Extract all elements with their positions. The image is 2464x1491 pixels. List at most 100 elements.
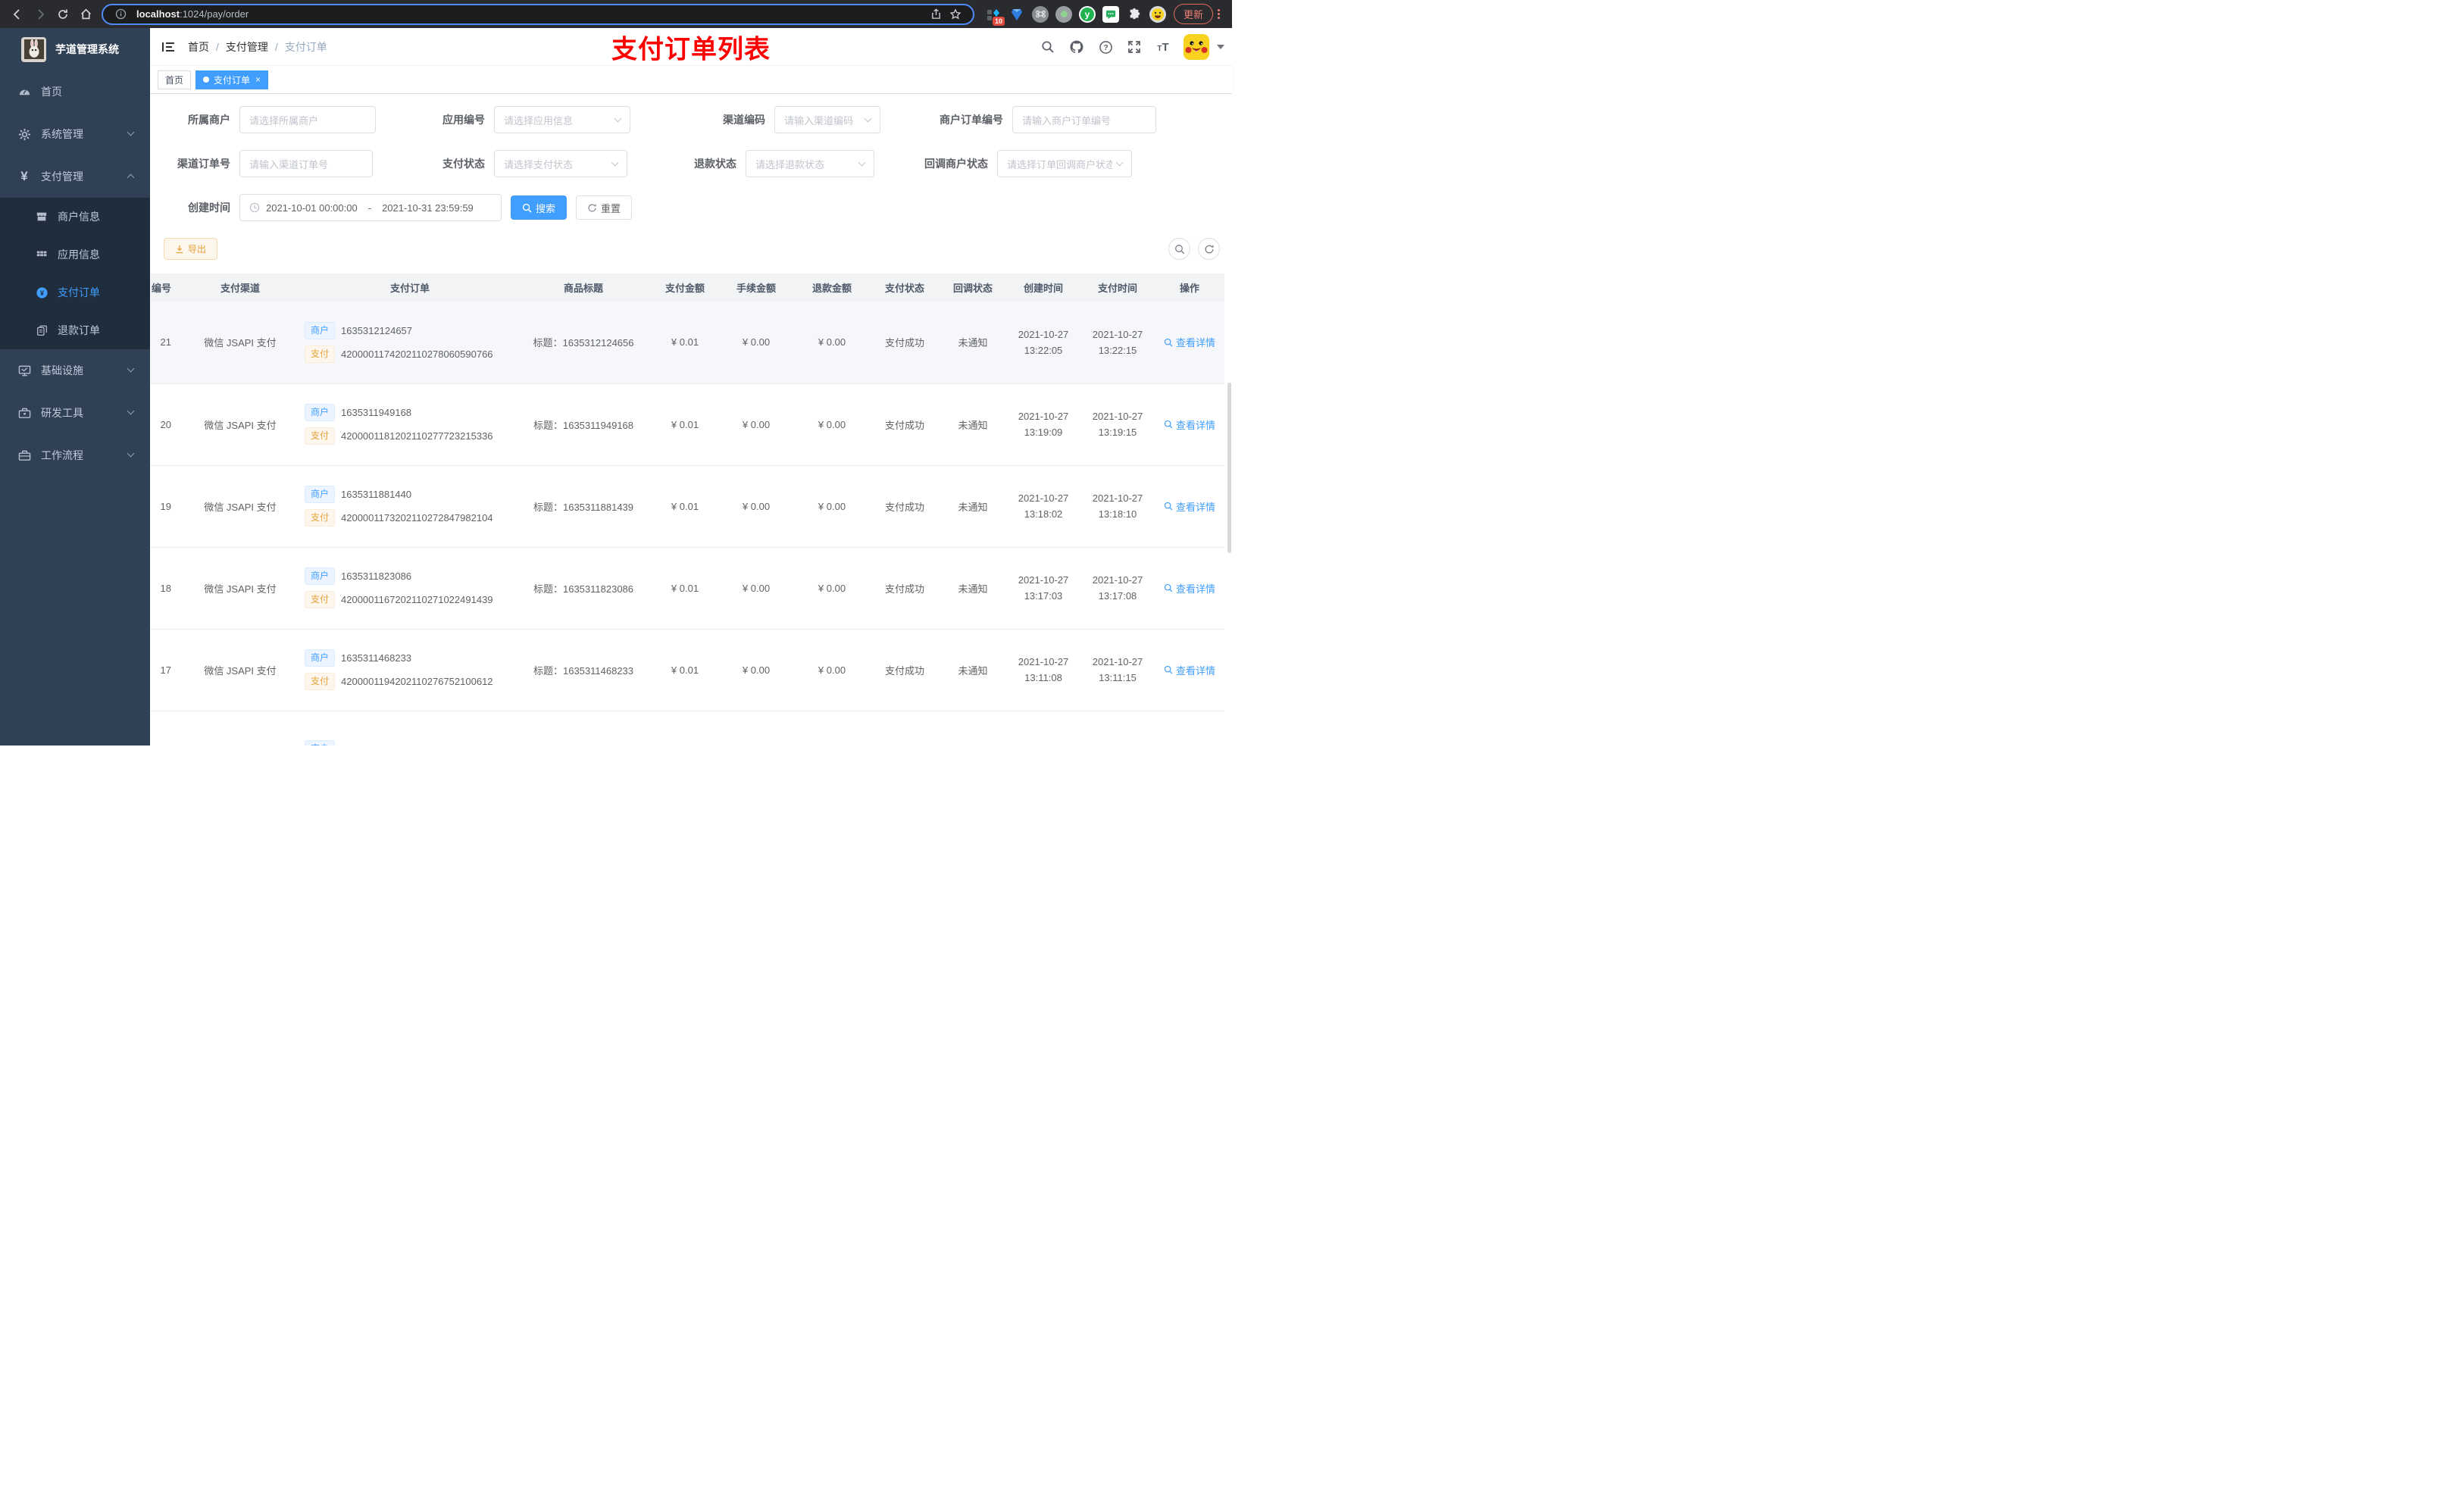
merchant-input[interactable]: 请选择所属商户	[239, 106, 376, 133]
fee-amount-cell	[718, 711, 794, 746]
help-icon[interactable]: ?	[1097, 39, 1114, 55]
chevron-down-icon	[1115, 158, 1124, 167]
channel-order-no-input[interactable]: 请输入渠道订单号	[239, 150, 373, 177]
chevron-down-icon	[127, 128, 135, 136]
view-detail-link[interactable]: 查看详情	[1164, 417, 1215, 432]
refund-amount-cell: ¥ 0.00	[794, 383, 870, 466]
refund-status-select[interactable]: 请选择退款状态	[746, 150, 874, 177]
sidebar-item-infra[interactable]: 基础设施	[0, 349, 150, 392]
notify-status-cell: 未通知	[940, 547, 1006, 630]
sidebar-item-system[interactable]: 系统管理	[0, 113, 150, 155]
action-cell: 查看详情	[1155, 465, 1224, 548]
top-navbar: 首页 / 支付管理 / 支付订单 支付订单列表 ? T T	[150, 28, 1232, 66]
breadcrumb-pay[interactable]: 支付管理	[226, 39, 268, 55]
sidebar-item-pay-order[interactable]: ¥ 支付订单	[0, 274, 150, 311]
create-time-cell: 2021-10-27 13:22:05	[1006, 302, 1080, 384]
avatar-caret-icon[interactable]	[1217, 45, 1224, 49]
sidebar-item-devtools[interactable]: 研发工具	[0, 392, 150, 434]
sidebar-item-home[interactable]: 首页	[0, 70, 150, 113]
action-cell	[1155, 711, 1224, 746]
share-icon[interactable]	[926, 8, 946, 20]
tab-home[interactable]: 首页	[158, 70, 192, 89]
reload-icon[interactable]	[52, 4, 74, 25]
pay-status-select[interactable]: 请选择支付状态	[494, 150, 627, 177]
pay-status-cell: 支付成功	[870, 465, 940, 548]
extensions-area: 10 y	[985, 5, 1166, 26]
extensions-puzzle-icon[interactable]	[1126, 6, 1143, 23]
tab-pay-order[interactable]: 支付订单 ×	[195, 70, 269, 89]
view-detail-link[interactable]: 查看详情	[1164, 499, 1215, 514]
view-detail-link[interactable]: 查看详情	[1164, 335, 1215, 349]
extension-gem-icon[interactable]	[1008, 6, 1025, 23]
sidebar-item-label: 支付管理	[41, 170, 83, 183]
search-icon[interactable]	[1040, 39, 1056, 55]
extension-y-icon[interactable]: y	[1079, 5, 1096, 23]
merchant-order-no-input[interactable]: 请输入商户订单编号	[1012, 106, 1156, 133]
extension-chat-icon[interactable]	[1102, 5, 1119, 23]
view-detail-link[interactable]: 查看详情	[1164, 663, 1215, 677]
yen-icon: ¥	[20, 169, 28, 183]
user-avatar[interactable]	[1184, 34, 1209, 60]
refund-amount-cell	[794, 711, 870, 746]
pay-channel-cell: 微信 JSAPI 支付	[176, 629, 305, 711]
home-icon[interactable]	[74, 4, 97, 25]
create-time-cell: 2021-10-27 13:18:02	[1006, 465, 1080, 548]
app-no-select[interactable]: 请选择应用信息	[494, 106, 630, 133]
merchant-tag: 商户	[305, 739, 336, 746]
back-icon[interactable]	[6, 4, 29, 25]
collapse-sidebar-icon[interactable]	[155, 33, 182, 61]
sidebar-item-refund-order[interactable]: 退款订单	[0, 311, 150, 349]
export-button[interactable]: 导出	[164, 238, 218, 260]
fee-amount-cell: ¥ 0.00	[718, 465, 794, 548]
view-detail-link[interactable]: 查看详情	[1164, 581, 1215, 595]
chrome-update-button[interactable]: 更新	[1174, 4, 1214, 24]
create-time-cell: 2021-10-27 13:11:08	[1006, 629, 1080, 711]
breadcrumb-home[interactable]: 首页	[188, 39, 209, 55]
sidebar-item-label: 应用信息	[58, 248, 100, 261]
create-time-cell	[1006, 711, 1080, 746]
sidebar-item-merchant-info[interactable]: 商户信息	[0, 198, 150, 236]
github-icon[interactable]	[1068, 39, 1085, 55]
extension-command-icon[interactable]	[1032, 5, 1049, 23]
extension-record-icon[interactable]	[1055, 5, 1072, 23]
sidebar-item-workflow[interactable]: 工作流程	[0, 434, 150, 477]
sidebar-item-app-info[interactable]: 应用信息	[0, 236, 150, 274]
table-row: 商户1635311254796	[150, 711, 1224, 746]
sidebar-item-pay[interactable]: ¥ 支付管理	[0, 155, 150, 198]
order-id-cell: 20	[150, 383, 176, 466]
channel-code-select[interactable]: 请输入渠道编码	[774, 106, 880, 133]
refund-amount-cell: ¥ 0.00	[794, 547, 870, 630]
search-button[interactable]: 搜索	[511, 195, 568, 220]
forward-icon[interactable]	[29, 4, 52, 25]
notify-status-select[interactable]: 请选择订单回调商户状态	[997, 150, 1132, 177]
fullscreen-icon[interactable]	[1126, 39, 1143, 55]
merchant-tag: 商户	[305, 486, 336, 503]
fee-amount-cell: ¥ 0.00	[718, 547, 794, 630]
pay-order-cell: 商户 1635311949168 支付 4200001181202110277723…	[305, 383, 515, 466]
extension-tabs-icon[interactable]: 10	[985, 6, 1005, 26]
bookmark-star-icon[interactable]	[946, 8, 965, 20]
close-tab-icon[interactable]: ×	[255, 75, 261, 84]
table-header-row: 编号 支付渠道 支付订单 商品标题 支付金额 手续金额 退款金额 支付状态 回调…	[150, 274, 1224, 302]
pay-status-cell: 支付成功	[870, 383, 940, 466]
refresh-table-button[interactable]	[1198, 238, 1220, 260]
breadcrumb: 首页 / 支付管理 / 支付订单	[188, 39, 327, 55]
breadcrumb-current: 支付订单	[284, 40, 327, 53]
font-size-icon[interactable]: TT	[1155, 39, 1171, 55]
reset-button[interactable]: 重置	[576, 195, 633, 220]
notify-status-cell: 未通知	[940, 383, 1006, 466]
browser-profile-avatar[interactable]	[1149, 5, 1166, 23]
pay-amount-cell: ¥ 0.01	[652, 629, 718, 711]
page-scrollbar[interactable]	[1227, 383, 1231, 553]
shop-icon	[33, 211, 50, 223]
address-bar[interactable]: localhost:1024/pay/order	[102, 3, 974, 25]
pay-tag: 支付	[305, 427, 336, 445]
order-id-cell: 18	[150, 547, 176, 630]
site-info-icon[interactable]	[111, 8, 130, 20]
pay-time-cell: 2021-10-27 13:22:15	[1080, 302, 1155, 384]
date-range-picker[interactable]: 2021-10-01 00:00:00 - 2021-10-31 23:59:5…	[239, 194, 502, 221]
browser-menu-icon[interactable]	[1218, 9, 1221, 19]
pay-time-cell: 2021-10-27 13:17:08	[1080, 547, 1155, 630]
toggle-search-button[interactable]	[1168, 238, 1190, 260]
active-tab-dot	[203, 77, 210, 83]
